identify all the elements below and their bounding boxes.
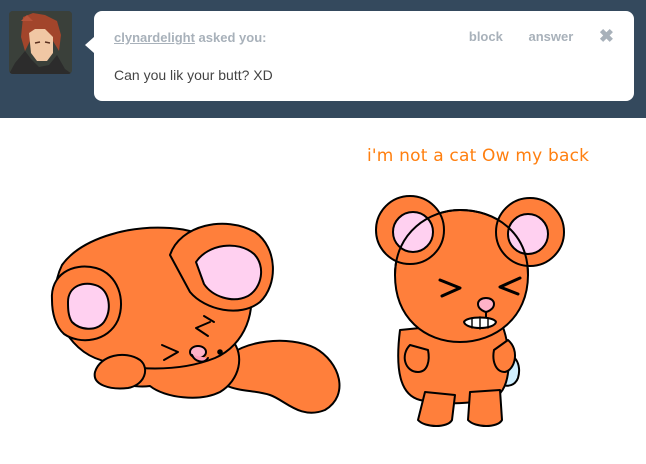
asked-you-label: asked you: bbox=[198, 30, 267, 45]
close-icon[interactable]: ✖ bbox=[599, 26, 614, 46]
ask-header: clynardelight asked you: Can you lik you… bbox=[0, 0, 646, 118]
ask-actions: block answer ✖ bbox=[447, 25, 614, 46]
avatar-image bbox=[9, 11, 72, 74]
asker-line: clynardelight asked you: bbox=[114, 30, 266, 45]
question-bubble: clynardelight asked you: Can you lik you… bbox=[85, 11, 634, 101]
bent-bear-figure bbox=[50, 222, 341, 414]
question-text: Can you lik your butt? XD bbox=[114, 67, 273, 83]
comic-illustration bbox=[50, 195, 565, 427]
block-button[interactable]: block bbox=[469, 29, 503, 44]
answer-button[interactable]: answer bbox=[528, 29, 573, 44]
standing-bear-figure bbox=[375, 195, 565, 427]
asker-name-link[interactable]: clynardelight bbox=[114, 30, 195, 45]
asker-avatar[interactable] bbox=[9, 11, 72, 74]
